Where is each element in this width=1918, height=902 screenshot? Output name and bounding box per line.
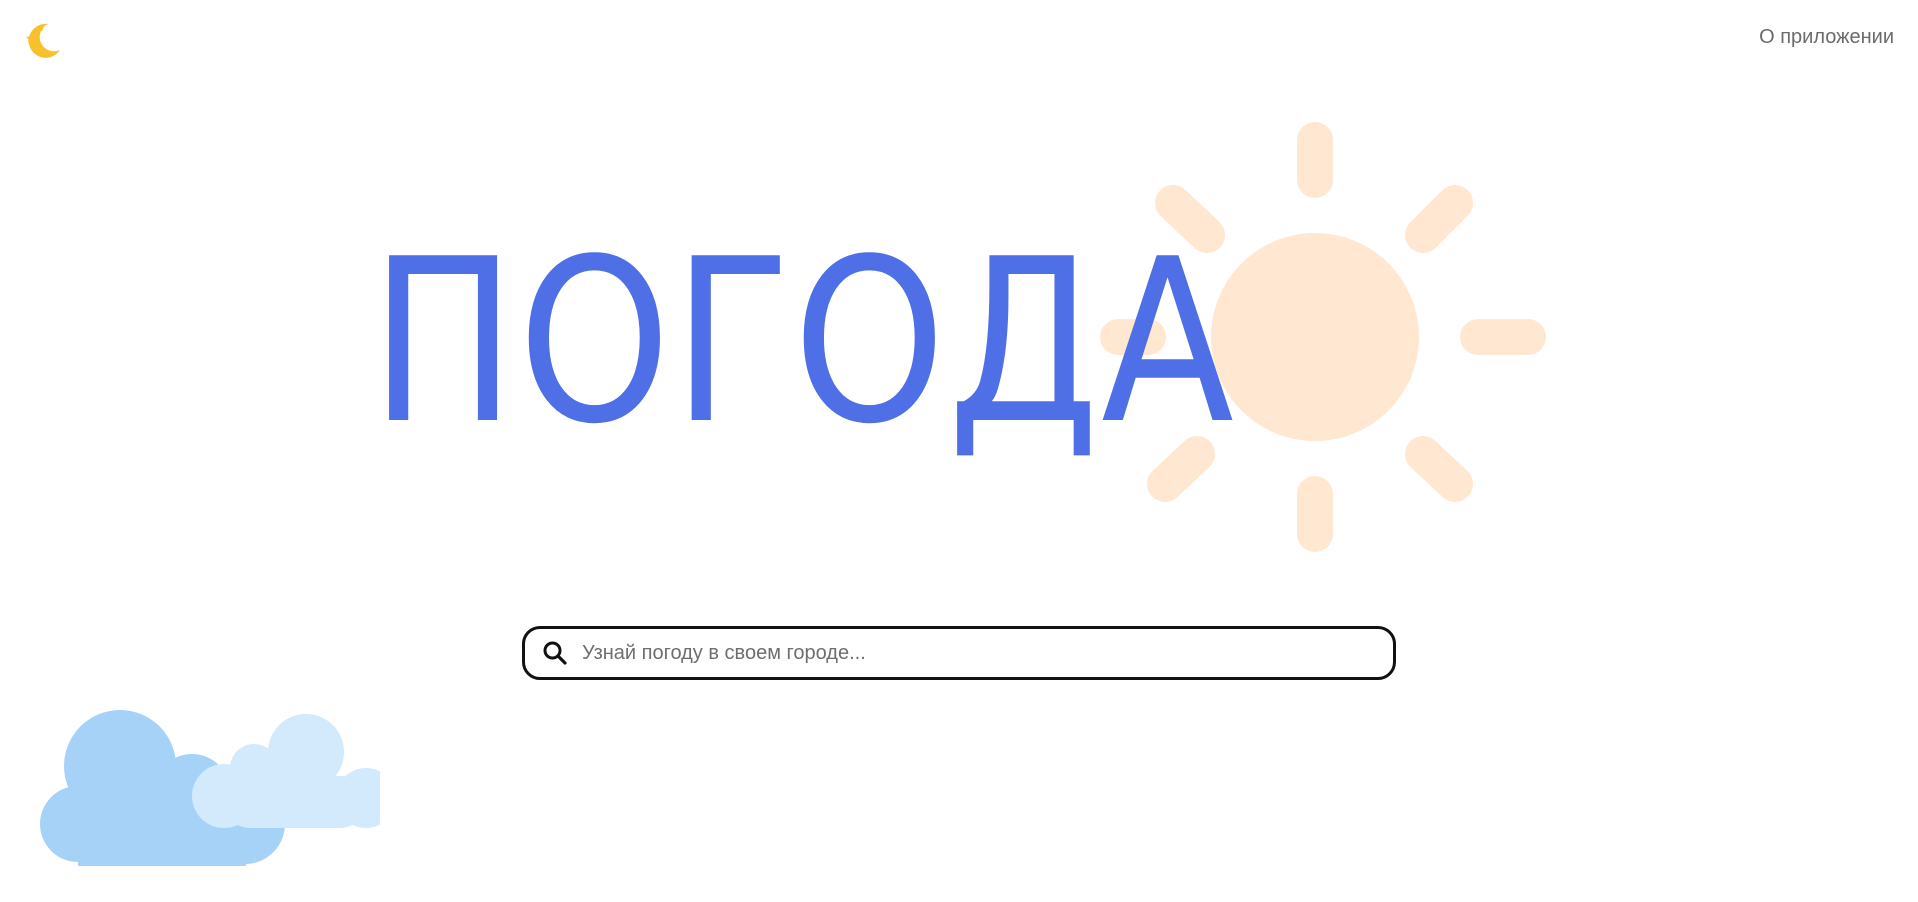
city-search-input[interactable] [582,629,1375,677]
weather-landing-page: О приложении ПОГОДА [0,0,1918,902]
about-app-link[interactable]: О приложении [1759,26,1894,49]
page-title: ПОГОДА [370,211,1236,474]
search-bar[interactable] [522,626,1396,680]
moon-stars-icon [26,23,60,58]
theme-toggle-button[interactable] [22,20,64,62]
search-icon[interactable] [542,640,568,666]
clouds-icon [40,710,380,866]
